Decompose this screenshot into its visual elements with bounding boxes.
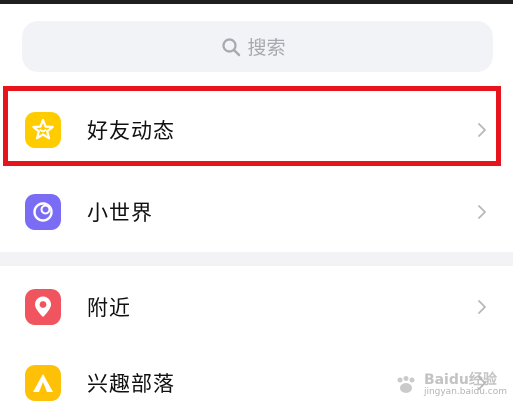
chevron-right-icon [478,300,486,314]
chevron-right-icon [478,123,486,137]
star-icon [25,112,61,148]
chevron-right-icon [478,205,486,219]
menu-item-label: 附近 [87,296,131,320]
status-bar [0,0,513,4]
search-placeholder: 搜索 [247,37,286,59]
tent-icon [25,365,61,401]
search-input[interactable]: 搜索 [22,21,493,72]
moon-icon [25,194,61,230]
menu-item-friend-feed[interactable]: 好友动态 [0,89,513,171]
menu-item-label: 兴趣部落 [87,372,175,396]
search-icon [222,37,241,56]
paw-logo-icon [397,376,415,394]
watermark: Baidu经验 jingyan.baidu.com [392,371,507,398]
menu-item-small-world[interactable]: 小世界 [0,171,513,253]
watermark-brand: Baidu经验 [423,371,497,388]
menu-item-nearby[interactable]: 附近 [0,266,513,348]
menu-item-label: 小世界 [87,201,153,225]
watermark-url: jingyan.baidu.com [423,387,507,398]
menu-item-label: 好友动态 [87,119,175,143]
location-pin-icon [25,289,61,325]
